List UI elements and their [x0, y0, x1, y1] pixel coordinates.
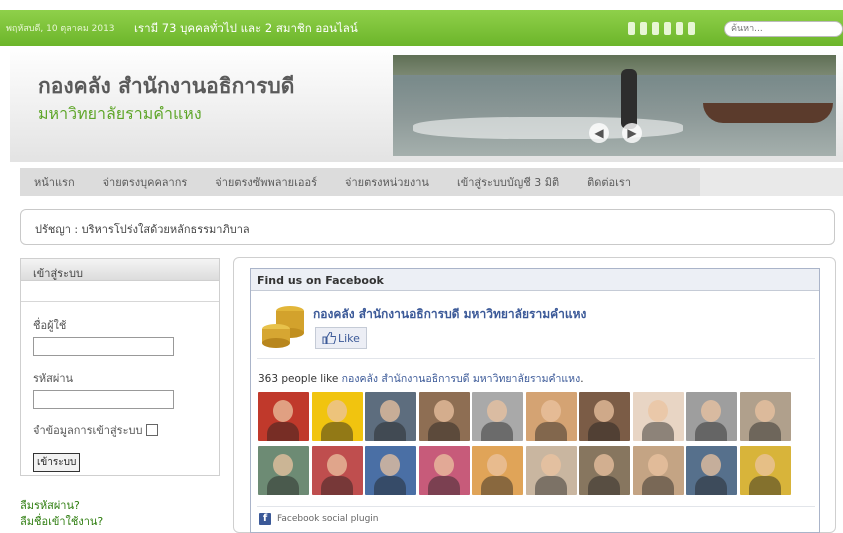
- text-size-icon[interactable]: [628, 22, 635, 35]
- nav-item-home[interactable]: หน้าแรก: [20, 173, 89, 191]
- remember-checkbox[interactable]: [146, 424, 159, 436]
- login-panel: เข้าสู่ระบบ ชื่อผู้ใช้ รหัสผ่าน จำข้อมูล…: [20, 258, 220, 476]
- fan-avatar[interactable]: [311, 446, 363, 495]
- page-link[interactable]: กองคลัง สำนักงานอธิการบดี มหาวิทยาลัยราม…: [342, 373, 581, 385]
- fan-avatar[interactable]: [739, 446, 791, 495]
- text-size-icon[interactable]: [652, 22, 659, 35]
- like-count: 363 people like กองคลัง สำนักงานอธิการบด…: [258, 373, 584, 385]
- fan-avatar[interactable]: [472, 392, 523, 441]
- site-subtitle: มหาวิทยาลัยรามคำแหง: [38, 104, 202, 123]
- username-label: ชื่อผู้ใช้: [33, 319, 67, 332]
- banner-image: ◀ ▶: [393, 55, 836, 156]
- main-nav: หน้าแรก จ่ายตรงบุคคลากร จ่ายตรงซัพพลายเอ…: [20, 168, 710, 196]
- layout-icon[interactable]: [664, 22, 671, 35]
- fan-avatar[interactable]: [418, 392, 470, 441]
- facebook-icon: f: [259, 513, 271, 525]
- remember-label: จำข้อมูลการเข้าสู่ระบบ: [33, 424, 143, 437]
- date-text: พฤหัสบดี, 10 ตุลาคม 2013: [6, 24, 115, 34]
- thumbs-up-icon: [322, 332, 336, 344]
- search-input[interactable]: [724, 21, 843, 37]
- fan-avatar[interactable]: [365, 446, 416, 495]
- text-size-icon[interactable]: [640, 22, 647, 35]
- fan-avatar[interactable]: [365, 392, 416, 441]
- fan-faces: [258, 392, 798, 495]
- password-field[interactable]: [33, 390, 174, 409]
- plugin-label: Facebook social plugin: [277, 514, 379, 524]
- fan-avatar[interactable]: [525, 392, 577, 441]
- arrow-right-icon[interactable]: ▶: [622, 123, 642, 143]
- fan-avatar[interactable]: [686, 392, 737, 441]
- motto-box: ปรัชญา : บริหารโปร่งใสด้วยหลักธรรมาภิบาล: [20, 209, 835, 245]
- fan-avatar[interactable]: [739, 392, 791, 441]
- fan-avatar[interactable]: [311, 392, 363, 441]
- login-button[interactable]: เข้าระบบ: [33, 453, 81, 472]
- like-button[interactable]: Like: [315, 327, 367, 349]
- fan-avatar[interactable]: [686, 446, 737, 495]
- nav-item-contact[interactable]: ติดต่อเรา: [573, 173, 645, 191]
- nav-item-staff-payment[interactable]: จ่ายตรงบุคคลากร: [89, 173, 202, 191]
- fan-avatar[interactable]: [472, 446, 523, 495]
- top-bar: พฤหัสบดี, 10 ตุลาคม 2013 เรามี 73 บุคคลท…: [0, 10, 843, 46]
- nav-item-unit-payment[interactable]: จ่ายตรงหน่วยงาน: [331, 173, 443, 191]
- login-links: ลืมรหัสผ่าน? ลืมชื่อเข้าใช้งาน?: [20, 498, 103, 530]
- fan-avatar[interactable]: [579, 392, 630, 441]
- plugin-footer: f Facebook social plugin: [259, 513, 379, 525]
- facebook-like-box: Find us on Facebook กองคลัง สำนักงานอธิก…: [250, 268, 820, 533]
- coins-icon[interactable]: [258, 301, 308, 351]
- nav-item-3d-accounting[interactable]: เข้าสู่ระบบบัญชี 3 มิติ: [443, 173, 573, 191]
- facebook-page-name[interactable]: กองคลัง สำนักงานอธิการบดี มหาวิทยาลัยราม…: [313, 305, 586, 324]
- fan-avatar[interactable]: [632, 392, 684, 441]
- like-label: Like: [338, 331, 360, 345]
- layout-icon[interactable]: [688, 22, 695, 35]
- arrow-left-icon[interactable]: ◀: [589, 123, 609, 143]
- nav-end-strip: [700, 168, 843, 196]
- online-users-text: เรามี 73 บุคคลทั่วไป และ 2 สมาชิก ออนไลน…: [134, 21, 358, 35]
- remember-me: จำข้อมูลการเข้าสู่ระบบ: [33, 421, 219, 439]
- username-field[interactable]: [33, 337, 174, 356]
- layout-icon[interactable]: [676, 22, 683, 35]
- facebook-heading: Find us on Facebook: [251, 269, 819, 291]
- password-label: รหัสผ่าน: [33, 372, 74, 385]
- fan-avatar[interactable]: [258, 392, 309, 441]
- forgot-username-link[interactable]: ลืมชื่อเข้าใช้งาน?: [20, 514, 103, 530]
- fan-avatar[interactable]: [579, 446, 630, 495]
- forgot-password-link[interactable]: ลืมรหัสผ่าน?: [20, 498, 103, 514]
- fan-avatar[interactable]: [418, 446, 470, 495]
- fan-avatar[interactable]: [632, 446, 684, 495]
- fan-avatar[interactable]: [525, 446, 577, 495]
- nav-item-supplier-payment[interactable]: จ่ายตรงซัพพลายเออร์: [201, 173, 331, 191]
- font-size-icons: [628, 22, 695, 35]
- site-title: กองคลัง สำนักงานอธิการบดี: [38, 74, 295, 98]
- login-heading: เข้าสู่ระบบ: [21, 259, 219, 281]
- fan-avatar[interactable]: [258, 446, 309, 495]
